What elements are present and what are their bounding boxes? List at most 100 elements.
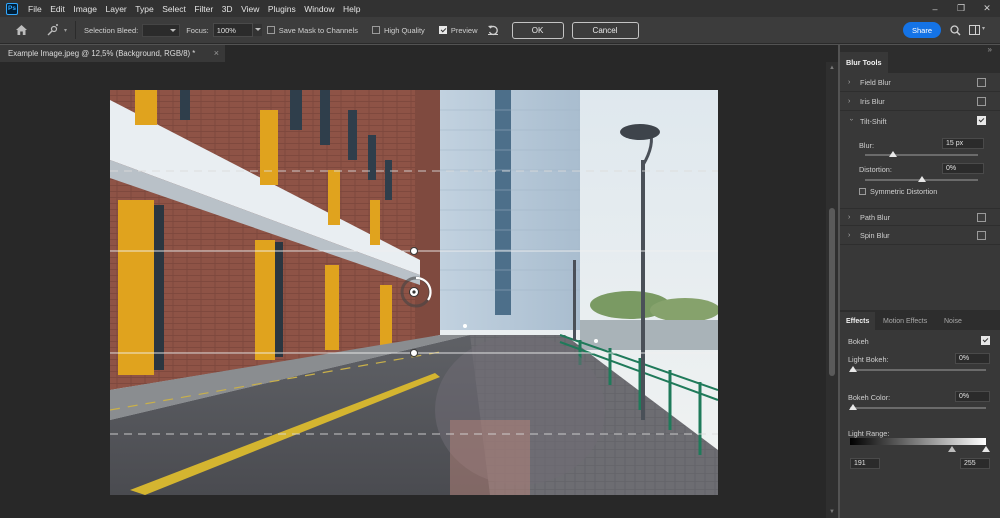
bokeh-color-label: Bokeh Color: — [848, 393, 891, 402]
bokeh-color-input[interactable]: 0% — [955, 391, 990, 402]
light-range-max-knob[interactable] — [982, 446, 990, 452]
scrollbar-thumb[interactable] — [829, 208, 835, 376]
document-tab-bar: Example Image.jpeg @ 12,5% (Background, … — [0, 45, 838, 62]
restore-button[interactable]: ❐ — [948, 0, 974, 17]
options-bar: ▾ Selection Bleed: Focus: 100% Save Mask… — [0, 17, 1000, 44]
home-button[interactable] — [12, 21, 30, 39]
selection-bleed-field[interactable] — [142, 23, 181, 37]
light-bokeh-slider[interactable] — [850, 369, 986, 371]
chevron-right-icon[interactable]: › — [848, 79, 854, 86]
blur-slider[interactable] — [865, 154, 978, 156]
high-quality-checkbox[interactable]: High Quality — [371, 25, 425, 35]
distortion-slider-knob[interactable] — [917, 176, 926, 182]
distortion-handle-right[interactable] — [594, 339, 598, 343]
light-bokeh-input[interactable]: 0% — [955, 353, 990, 364]
scroll-up-icon[interactable]: ▲ — [829, 65, 835, 71]
panel-header: Blur Tools » — [840, 45, 1000, 73]
tab-motion-effects[interactable]: Motion Effects — [877, 312, 933, 330]
search-button[interactable] — [948, 23, 962, 37]
tab-effects[interactable]: Effects — [840, 312, 876, 330]
menu-window[interactable]: Window — [304, 4, 334, 14]
scroll-down-icon[interactable]: ▼ — [829, 509, 835, 515]
bottom-line-handle[interactable] — [410, 349, 418, 357]
menu-filter[interactable]: Filter — [194, 4, 213, 14]
reset-icon — [487, 25, 498, 36]
vertical-scrollbar[interactable]: ▲ ▼ — [826, 62, 838, 518]
iris-blur-checkbox[interactable] — [977, 97, 986, 106]
bokeh-checkbox[interactable] — [981, 336, 990, 345]
chevron-right-icon[interactable]: › — [848, 232, 854, 239]
window-controls: – ❐ ✕ — [922, 0, 1000, 17]
chevron-down-icon[interactable] — [251, 24, 262, 36]
menu-3d[interactable]: 3D — [222, 4, 233, 14]
distortion-input[interactable]: 0% — [942, 163, 984, 174]
menu-view[interactable]: View — [241, 4, 259, 14]
menu-type[interactable]: Type — [135, 4, 153, 14]
high-quality-label: High Quality — [383, 25, 425, 35]
top-line-handle[interactable] — [410, 247, 418, 255]
spin-blur-checkbox[interactable] — [977, 231, 986, 240]
bokeh-color-slider[interactable] — [850, 407, 986, 409]
save-mask-label: Save Mask to Channels — [278, 25, 358, 35]
blur-tools-tab[interactable]: Blur Tools — [840, 52, 888, 73]
distortion-handle[interactable] — [463, 324, 467, 328]
tool-preset-arrow-icon[interactable]: ▾ — [64, 27, 67, 34]
light-range-gradient[interactable] — [850, 438, 986, 445]
tab-noise[interactable]: Noise — [938, 312, 968, 330]
panel-collapse-icon[interactable]: » — [988, 45, 992, 54]
menu-select[interactable]: Select — [162, 4, 186, 14]
symmetric-distortion-checkbox[interactable]: Symmetric Distortion — [859, 187, 937, 196]
document-canvas[interactable] — [110, 90, 718, 495]
light-bokeh-slider-knob[interactable] — [849, 366, 857, 372]
symmetric-distortion-check[interactable] — [859, 188, 866, 195]
close-tab-icon[interactable]: × — [214, 48, 219, 58]
chevron-down-icon[interactable]: › — [848, 118, 855, 124]
tilt-shift-checkbox[interactable] — [977, 116, 986, 125]
menu-image[interactable]: Image — [73, 4, 97, 14]
menu-layer[interactable]: Layer — [105, 4, 126, 14]
light-range-min-input[interactable]: 191 — [850, 458, 880, 469]
save-mask-check[interactable] — [266, 26, 275, 34]
chevron-right-icon[interactable]: › — [848, 214, 854, 221]
workspace-button[interactable] — [967, 23, 981, 37]
blur-tools-panel: Blur Tools » › Field Blur › Iris Blur › … — [840, 45, 1000, 518]
workspace-dropdown-icon[interactable]: ▾ — [982, 25, 985, 32]
minimize-button[interactable]: – — [922, 0, 948, 17]
chevron-right-icon[interactable]: › — [848, 98, 854, 105]
tilt-shift-tool-button[interactable] — [44, 21, 62, 39]
bokeh-color-slider-knob[interactable] — [849, 404, 857, 410]
blur-input[interactable]: 15 px — [942, 138, 984, 149]
field-blur-checkbox[interactable] — [977, 78, 986, 87]
tilt-shift-row[interactable]: › Tilt-Shift — [840, 112, 1000, 130]
tilt-shift-controls[interactable] — [110, 90, 718, 495]
path-blur-checkbox[interactable] — [977, 213, 986, 222]
menu-plugins[interactable]: Plugins — [268, 4, 296, 14]
preview-label: Preview — [450, 25, 478, 35]
focus-input[interactable]: 100% — [212, 23, 262, 37]
preview-check[interactable] — [438, 26, 447, 34]
iris-blur-row[interactable]: › Iris Blur — [840, 93, 1000, 111]
light-range-label: Light Range: — [848, 429, 890, 438]
iris-blur-label: Iris Blur — [860, 97, 885, 106]
distortion-label: Distortion: — [859, 165, 892, 174]
bokeh-label: Bokeh — [848, 337, 869, 346]
menu-file[interactable]: File — [28, 4, 42, 14]
spin-blur-row[interactable]: › Spin Blur — [840, 227, 1000, 245]
share-button[interactable]: Share — [903, 22, 941, 38]
field-blur-row[interactable]: › Field Blur — [840, 74, 1000, 92]
light-range-min-knob[interactable] — [948, 446, 956, 452]
reset-button[interactable] — [486, 23, 500, 37]
preview-checkbox[interactable]: Preview — [438, 25, 478, 35]
menu-edit[interactable]: Edit — [50, 4, 65, 14]
path-blur-row[interactable]: › Path Blur — [840, 208, 1000, 226]
ok-button[interactable]: OK — [511, 21, 564, 39]
focus-label: Focus: — [186, 25, 209, 35]
light-range-max-input[interactable]: 255 — [960, 458, 990, 469]
document-tab[interactable]: Example Image.jpeg @ 12,5% (Background, … — [0, 45, 225, 62]
save-mask-checkbox[interactable]: Save Mask to Channels — [266, 25, 358, 35]
close-window-button[interactable]: ✕ — [974, 0, 1000, 17]
cancel-button[interactable]: Cancel — [571, 21, 639, 39]
blur-slider-knob[interactable] — [889, 151, 898, 157]
high-quality-check[interactable] — [371, 26, 380, 34]
menu-help[interactable]: Help — [343, 4, 360, 14]
